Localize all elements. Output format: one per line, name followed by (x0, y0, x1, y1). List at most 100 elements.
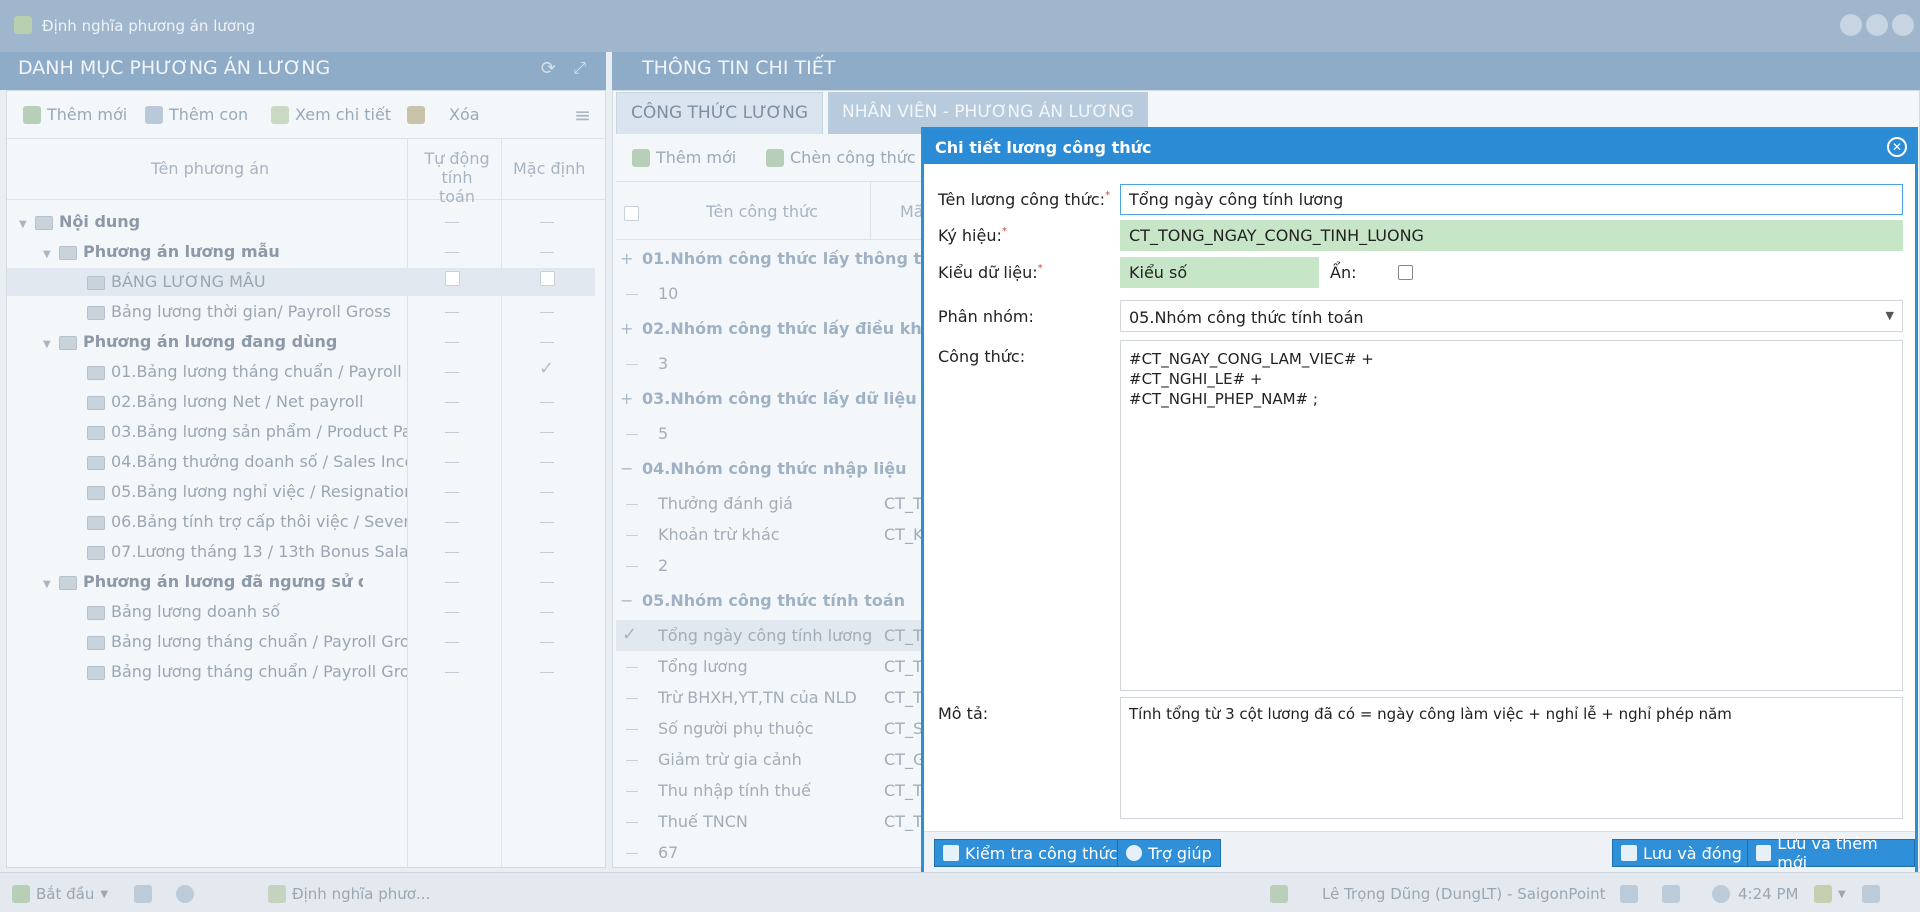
formula-row-code[interactable]: CT_T (884, 626, 924, 645)
formula-group-row[interactable]: 05.Nhóm công thức tính toán (642, 591, 926, 610)
help-button[interactable]: Trợ giúp (1117, 839, 1221, 867)
code-input[interactable]: CT_TONG_NGAY_CONG_TINH_LUONG (1120, 220, 1903, 251)
select-all-checkbox[interactable] (624, 206, 639, 221)
tree-node[interactable]: 06.Bảng tính trợ cấp thôi việc / Severa (87, 512, 407, 540)
tree-node[interactable]: 05.Bảng lương nghỉ việc / Resignation (87, 482, 407, 510)
delete-button[interactable]: Xóa (407, 105, 480, 124)
formula-group-row[interactable]: 01.Nhóm công thức lấy thông tin nhân (642, 249, 926, 268)
formula-row-name[interactable]: Số người phụ thuộc (658, 719, 878, 738)
start-button[interactable]: Bắt đầu ▼ (12, 885, 108, 903)
row-marker[interactable] (626, 294, 638, 295)
formula-group-row[interactable]: 02.Nhóm công thức lấy điều khoản nh (642, 319, 926, 338)
insert-formula-button[interactable]: Chèn công thức (766, 148, 916, 167)
group-toggle-icon[interactable]: − (620, 591, 633, 610)
row-marker[interactable] (626, 534, 638, 536)
group-toggle-icon[interactable]: + (620, 249, 633, 268)
formula-row-code[interactable]: CT_T (884, 657, 924, 676)
tree-node[interactable]: Bảng lương thời gian/ Payroll Gross (87, 302, 407, 330)
chevron-down-icon[interactable]: ▼ (1886, 309, 1894, 322)
add-child-button[interactable]: Thêm con (145, 105, 248, 124)
add-button[interactable]: Thêm mới (23, 105, 127, 124)
tree-node[interactable]: ▼ Phương án lương mẫu (43, 242, 363, 270)
auto-calc-checkbox[interactable] (445, 271, 460, 286)
group-select[interactable]: 05.Nhóm công thức tính toán ▼ (1120, 300, 1903, 332)
formula-row-name[interactable]: Thuế TNCN (658, 812, 878, 831)
tools-icon[interactable] (1620, 885, 1638, 903)
close-icon[interactable] (1892, 14, 1914, 36)
minimize-icon[interactable] (1840, 14, 1862, 36)
formula-row-name[interactable]: Khoản trừ khác (658, 525, 878, 544)
col-formula-name[interactable]: Tên công thức (706, 202, 818, 221)
row-marker[interactable] (626, 364, 638, 365)
formula-row-name[interactable]: Tổng ngày công tính lương (658, 626, 878, 645)
tree-node[interactable]: Bảng lương tháng chuẩn / Payroll Gros (87, 632, 407, 660)
formula-row-code[interactable]: CT_S (884, 719, 924, 738)
formula-group-row[interactable]: 03.Nhóm công thức lấy dữ liệu chấm (642, 389, 926, 408)
view-detail-button[interactable]: Xem chi tiết (271, 105, 391, 124)
notification-icon[interactable] (1862, 885, 1880, 903)
formula-row-code[interactable]: CT_G (884, 750, 924, 769)
tree-node[interactable]: 03.Bảng lương sản phẩm / Product Pay (87, 422, 407, 450)
datatype-select[interactable]: Kiểu số (1120, 257, 1319, 288)
group-count[interactable]: 2 (658, 556, 878, 575)
save-new-button[interactable]: Lưu và thêm mới (1747, 834, 1915, 872)
group-toggle-icon[interactable]: + (620, 319, 633, 338)
row-marker[interactable] (626, 790, 638, 792)
tree-node[interactable]: ▼ Phương án lương đã ngưng sử dụng (43, 572, 363, 600)
tray-icon[interactable]: ▼ (1814, 885, 1846, 903)
group-count[interactable]: 10 (658, 284, 878, 303)
formula-group-row[interactable]: 04.Nhóm công thức nhập liệu (642, 459, 926, 478)
formula-row-code[interactable]: CT_T (884, 812, 924, 831)
default-checkbox[interactable] (540, 271, 555, 286)
group-toggle-icon[interactable]: + (620, 389, 633, 408)
hidden-checkbox[interactable] (1398, 265, 1413, 280)
formula-row-name[interactable]: Giảm trừ gia cảnh (658, 750, 878, 769)
menu-icon[interactable]: ≡ (574, 103, 591, 127)
description-textarea[interactable]: Tính tổng từ 3 cột lương đã có = ngày cô… (1120, 697, 1903, 819)
group-count[interactable]: 67 (658, 843, 878, 862)
row-marker[interactable] (626, 434, 638, 435)
expand-arrow-icon[interactable]: ▼ (43, 579, 53, 590)
formula-name-input[interactable]: Tổng ngày công tính lương (1120, 184, 1903, 215)
tree-node[interactable]: 07.Lương tháng 13 / 13th Bonus Salary (87, 542, 407, 570)
formula-row-code[interactable]: CT_T (884, 494, 924, 513)
group-count[interactable]: 5 (658, 424, 878, 443)
row-marker[interactable] (626, 821, 638, 823)
formula-row-name[interactable]: Trừ BHXH,YT,TN của NLD (658, 688, 878, 707)
formula-row-name[interactable]: Thưởng đánh giá (658, 494, 878, 513)
row-marker[interactable] (626, 853, 638, 854)
refresh-icon[interactable]: ⟳ (541, 58, 556, 79)
col-name-header[interactable]: Tên phương án (151, 159, 269, 178)
col-auto-header[interactable]: Tự động tính toán (422, 149, 492, 206)
tree-node[interactable]: ▼ Phương án lương đang dùng (43, 332, 363, 360)
expand-arrow-icon[interactable]: ▼ (43, 339, 53, 350)
tree-node[interactable]: Bảng lương tháng chuẩn / Payroll Gros (87, 662, 407, 690)
row-check-icon[interactable]: ✓ (622, 624, 637, 645)
help-circle-icon[interactable] (176, 885, 194, 903)
maximize-icon[interactable] (1866, 14, 1888, 36)
expand-arrow-icon[interactable]: ▼ (43, 249, 53, 260)
tree-node[interactable]: ▼ Nội dung (19, 212, 339, 240)
col-default-header[interactable]: Mặc định (513, 159, 585, 178)
group-toggle-icon[interactable]: − (620, 459, 633, 478)
row-marker[interactable] (626, 503, 638, 505)
row-marker[interactable] (626, 728, 638, 730)
check-formula-button[interactable]: Kiểm tra công thức (934, 839, 1127, 867)
row-marker[interactable] (626, 759, 638, 761)
save-close-button[interactable]: Lưu và đóng (1612, 839, 1751, 867)
row-marker[interactable] (626, 666, 638, 668)
formula-row-code[interactable]: CT_T (884, 781, 924, 800)
tree-node[interactable]: 02.Bảng lương Net / Net payroll (87, 392, 407, 420)
window-icon[interactable] (134, 885, 152, 903)
expand-icon[interactable]: ⤢ (573, 58, 586, 78)
row-marker[interactable] (626, 566, 638, 567)
add-formula-button[interactable]: Thêm mới (632, 148, 736, 167)
tree-node[interactable]: 04.Bảng thưởng doanh số / Sales Ince (87, 452, 407, 480)
dialog-close-icon[interactable]: ✕ (1887, 137, 1907, 157)
tree-node[interactable]: BẢNG LƯƠNG MẪU (87, 272, 407, 300)
expand-arrow-icon[interactable]: ▼ (19, 219, 29, 230)
formula-row-code[interactable]: CT_T (884, 688, 924, 707)
monitor-icon[interactable] (1662, 885, 1680, 903)
row-marker[interactable] (626, 697, 638, 699)
tree-node[interactable]: Bảng lương doanh số (87, 602, 407, 630)
